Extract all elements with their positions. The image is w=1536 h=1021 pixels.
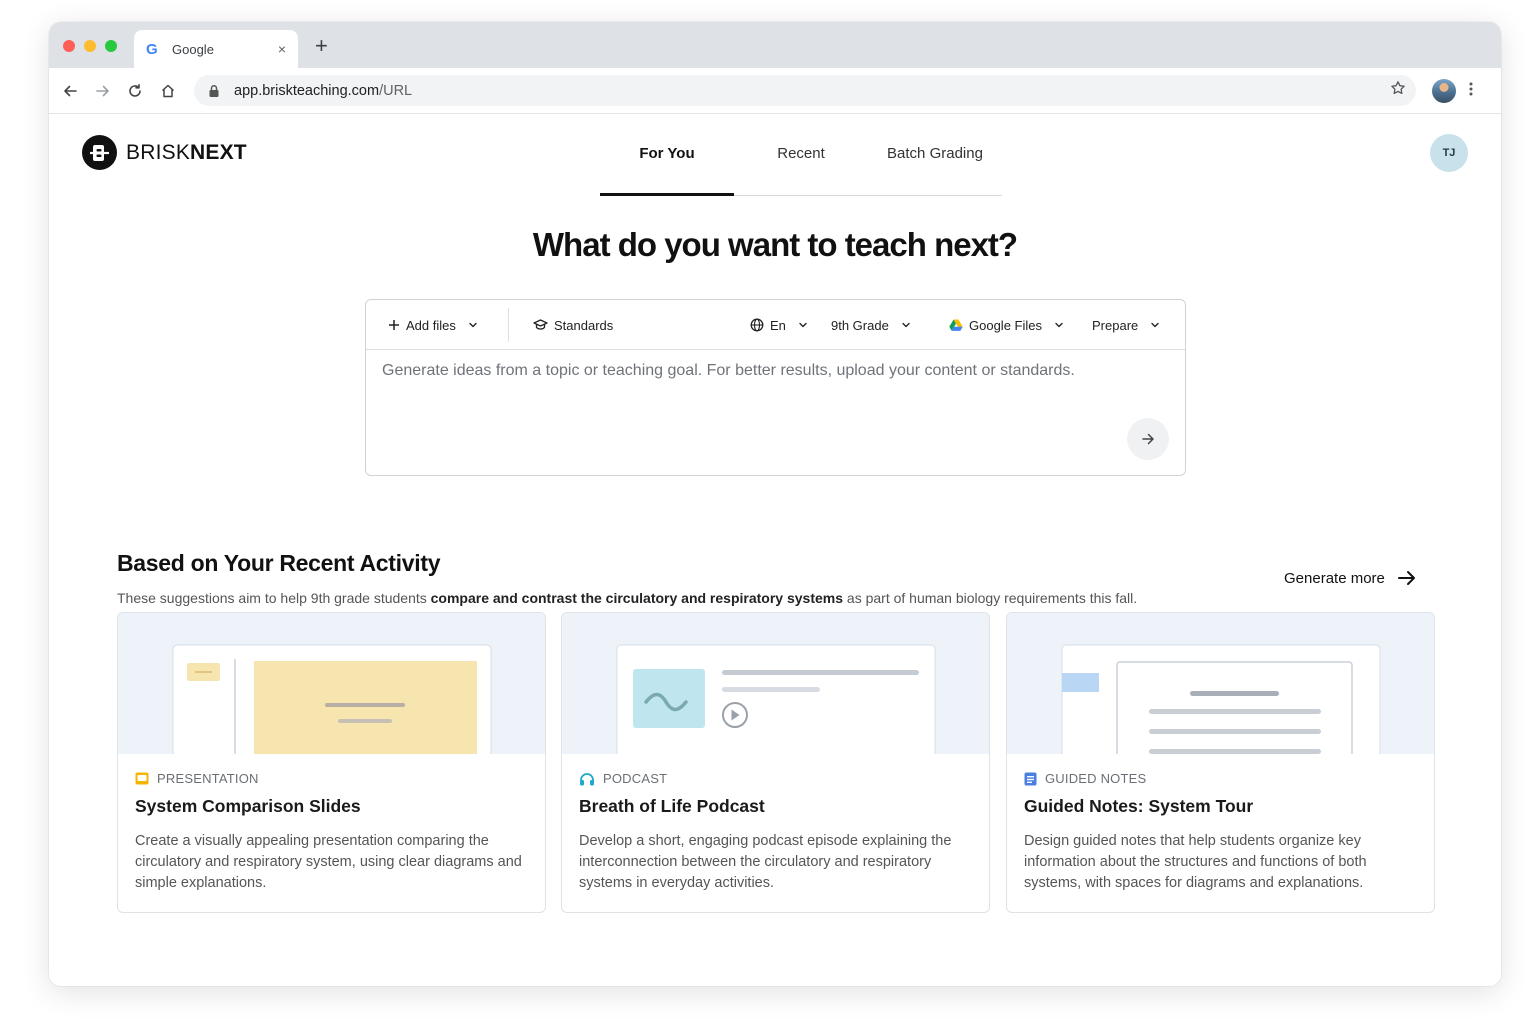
generate-more-button[interactable]: Generate more [1284, 569, 1417, 587]
card-description: Develop a short, engaging podcast episod… [579, 833, 952, 891]
tab-title: Google [172, 41, 214, 57]
composer-toolbar: Add files Standards En 9th Grade Google … [366, 300, 1185, 350]
chevron-down-icon [1055, 322, 1063, 328]
tab-recent[interactable]: Recent [734, 144, 868, 195]
podcast-illustration [616, 644, 936, 754]
maximize-window-button[interactable] [105, 40, 117, 52]
card-body: GUIDED NOTES Guided Notes: System Tour D… [1024, 771, 1420, 894]
page-title: What do you want to teach next? [532, 226, 1018, 263]
source-select[interactable]: Google Files [949, 300, 1064, 350]
card-title: Guided Notes: System Tour [1024, 796, 1254, 816]
card-description: Create a visually appealing presentation… [135, 833, 522, 891]
back-button[interactable] [58, 79, 82, 103]
bookmark-star-icon[interactable] [1390, 80, 1406, 101]
reload-icon [129, 84, 141, 97]
chevron-down-icon [799, 322, 807, 328]
card-body: PRESENTATION System Comparison Slides Cr… [135, 771, 531, 894]
card-type: GUIDED NOTES [1024, 771, 1420, 786]
user-avatar[interactable]: TJ [1430, 134, 1468, 172]
suggestion-card-presentation[interactable]: PRESENTATION System Comparison Slides Cr… [117, 612, 546, 913]
card-body: PODCAST Breath of Life Podcast Develop a… [579, 771, 975, 894]
chevron-down-icon [902, 322, 910, 328]
close-window-button[interactable] [63, 40, 75, 52]
prompt-composer: Add files Standards En 9th Grade Google … [365, 299, 1186, 476]
card-title: Breath of Life Podcast [579, 796, 765, 816]
home-button[interactable] [156, 79, 180, 103]
minimize-window-button[interactable] [84, 40, 96, 52]
card-thumbnail [562, 613, 989, 754]
arrow-left-icon [64, 85, 77, 97]
plus-icon [389, 320, 399, 330]
presentation-icon [135, 772, 149, 785]
google-drive-icon [949, 319, 963, 331]
arrow-right-icon [1142, 433, 1154, 445]
card-thumbnail [118, 613, 545, 754]
mode-select[interactable]: Prepare [1092, 300, 1160, 350]
card-type: PRESENTATION [135, 771, 531, 786]
notes-icon [1024, 772, 1037, 785]
tab-close-icon[interactable]: × [278, 41, 286, 57]
chevron-down-icon [1151, 322, 1159, 328]
browser-tab[interactable]: G Google × [134, 30, 298, 68]
browser-menu-icon[interactable] [1469, 81, 1473, 101]
browser-toolbar: app.briskteaching.com/URL [49, 68, 1501, 114]
arrow-right-icon [96, 85, 109, 97]
google-favicon-icon: G [146, 40, 158, 58]
submit-button[interactable] [1127, 418, 1169, 460]
graduation-cap-icon [533, 319, 548, 330]
globe-icon [750, 318, 764, 332]
forward-button[interactable] [91, 79, 115, 103]
prompt-input[interactable] [382, 362, 1162, 380]
suggestion-card-guided-notes[interactable]: GUIDED NOTES Guided Notes: System Tour D… [1006, 612, 1435, 913]
home-icon [161, 84, 175, 98]
headphones-icon [580, 772, 594, 785]
brisk-logo-mark-icon [82, 135, 117, 170]
standards-button[interactable]: Standards [533, 300, 619, 350]
browser-tab-strip: G Google × + [49, 22, 1501, 68]
browser-window: G Google × + app.briskteaching.com/URL B… [49, 22, 1501, 986]
card-description: Design guided notes that help students o… [1024, 833, 1367, 891]
add-files-button[interactable]: Add files [388, 300, 478, 350]
reload-button[interactable] [123, 79, 147, 103]
arrow-right-icon [1397, 571, 1415, 585]
address-bar[interactable]: app.briskteaching.com/URL [194, 75, 1416, 106]
slides-illustration [172, 644, 492, 754]
notes-illustration [1061, 644, 1381, 754]
chevron-down-icon [469, 322, 477, 328]
suggestion-card-podcast[interactable]: PODCAST Breath of Life Podcast Develop a… [561, 612, 990, 913]
browser-profile-avatar[interactable] [1432, 79, 1456, 103]
section-description: These suggestions aim to help 9th grade … [117, 590, 1138, 606]
brisk-logo[interactable]: BRISKNEXT [82, 135, 247, 170]
main-nav-tabs: For You Recent Batch Grading [600, 144, 1002, 196]
card-thumbnail [1007, 613, 1434, 754]
brisk-app-page: BRISKNEXT For You Recent Batch Grading T… [49, 114, 1501, 986]
toolbar-divider [508, 308, 509, 342]
url-text: app.briskteaching.com/URL [234, 82, 413, 99]
logo-text: BRISKNEXT [126, 140, 247, 164]
card-type: PODCAST [579, 771, 975, 786]
tab-batch-grading[interactable]: Batch Grading [868, 144, 1002, 195]
section-title: Based on Your Recent Activity [117, 550, 441, 576]
lock-icon [204, 84, 224, 98]
grade-select[interactable]: 9th Grade [831, 300, 911, 350]
new-tab-button[interactable]: + [315, 35, 328, 57]
language-select[interactable]: En [750, 300, 808, 350]
card-title: System Comparison Slides [135, 796, 361, 816]
tab-for-you[interactable]: For You [600, 144, 734, 196]
